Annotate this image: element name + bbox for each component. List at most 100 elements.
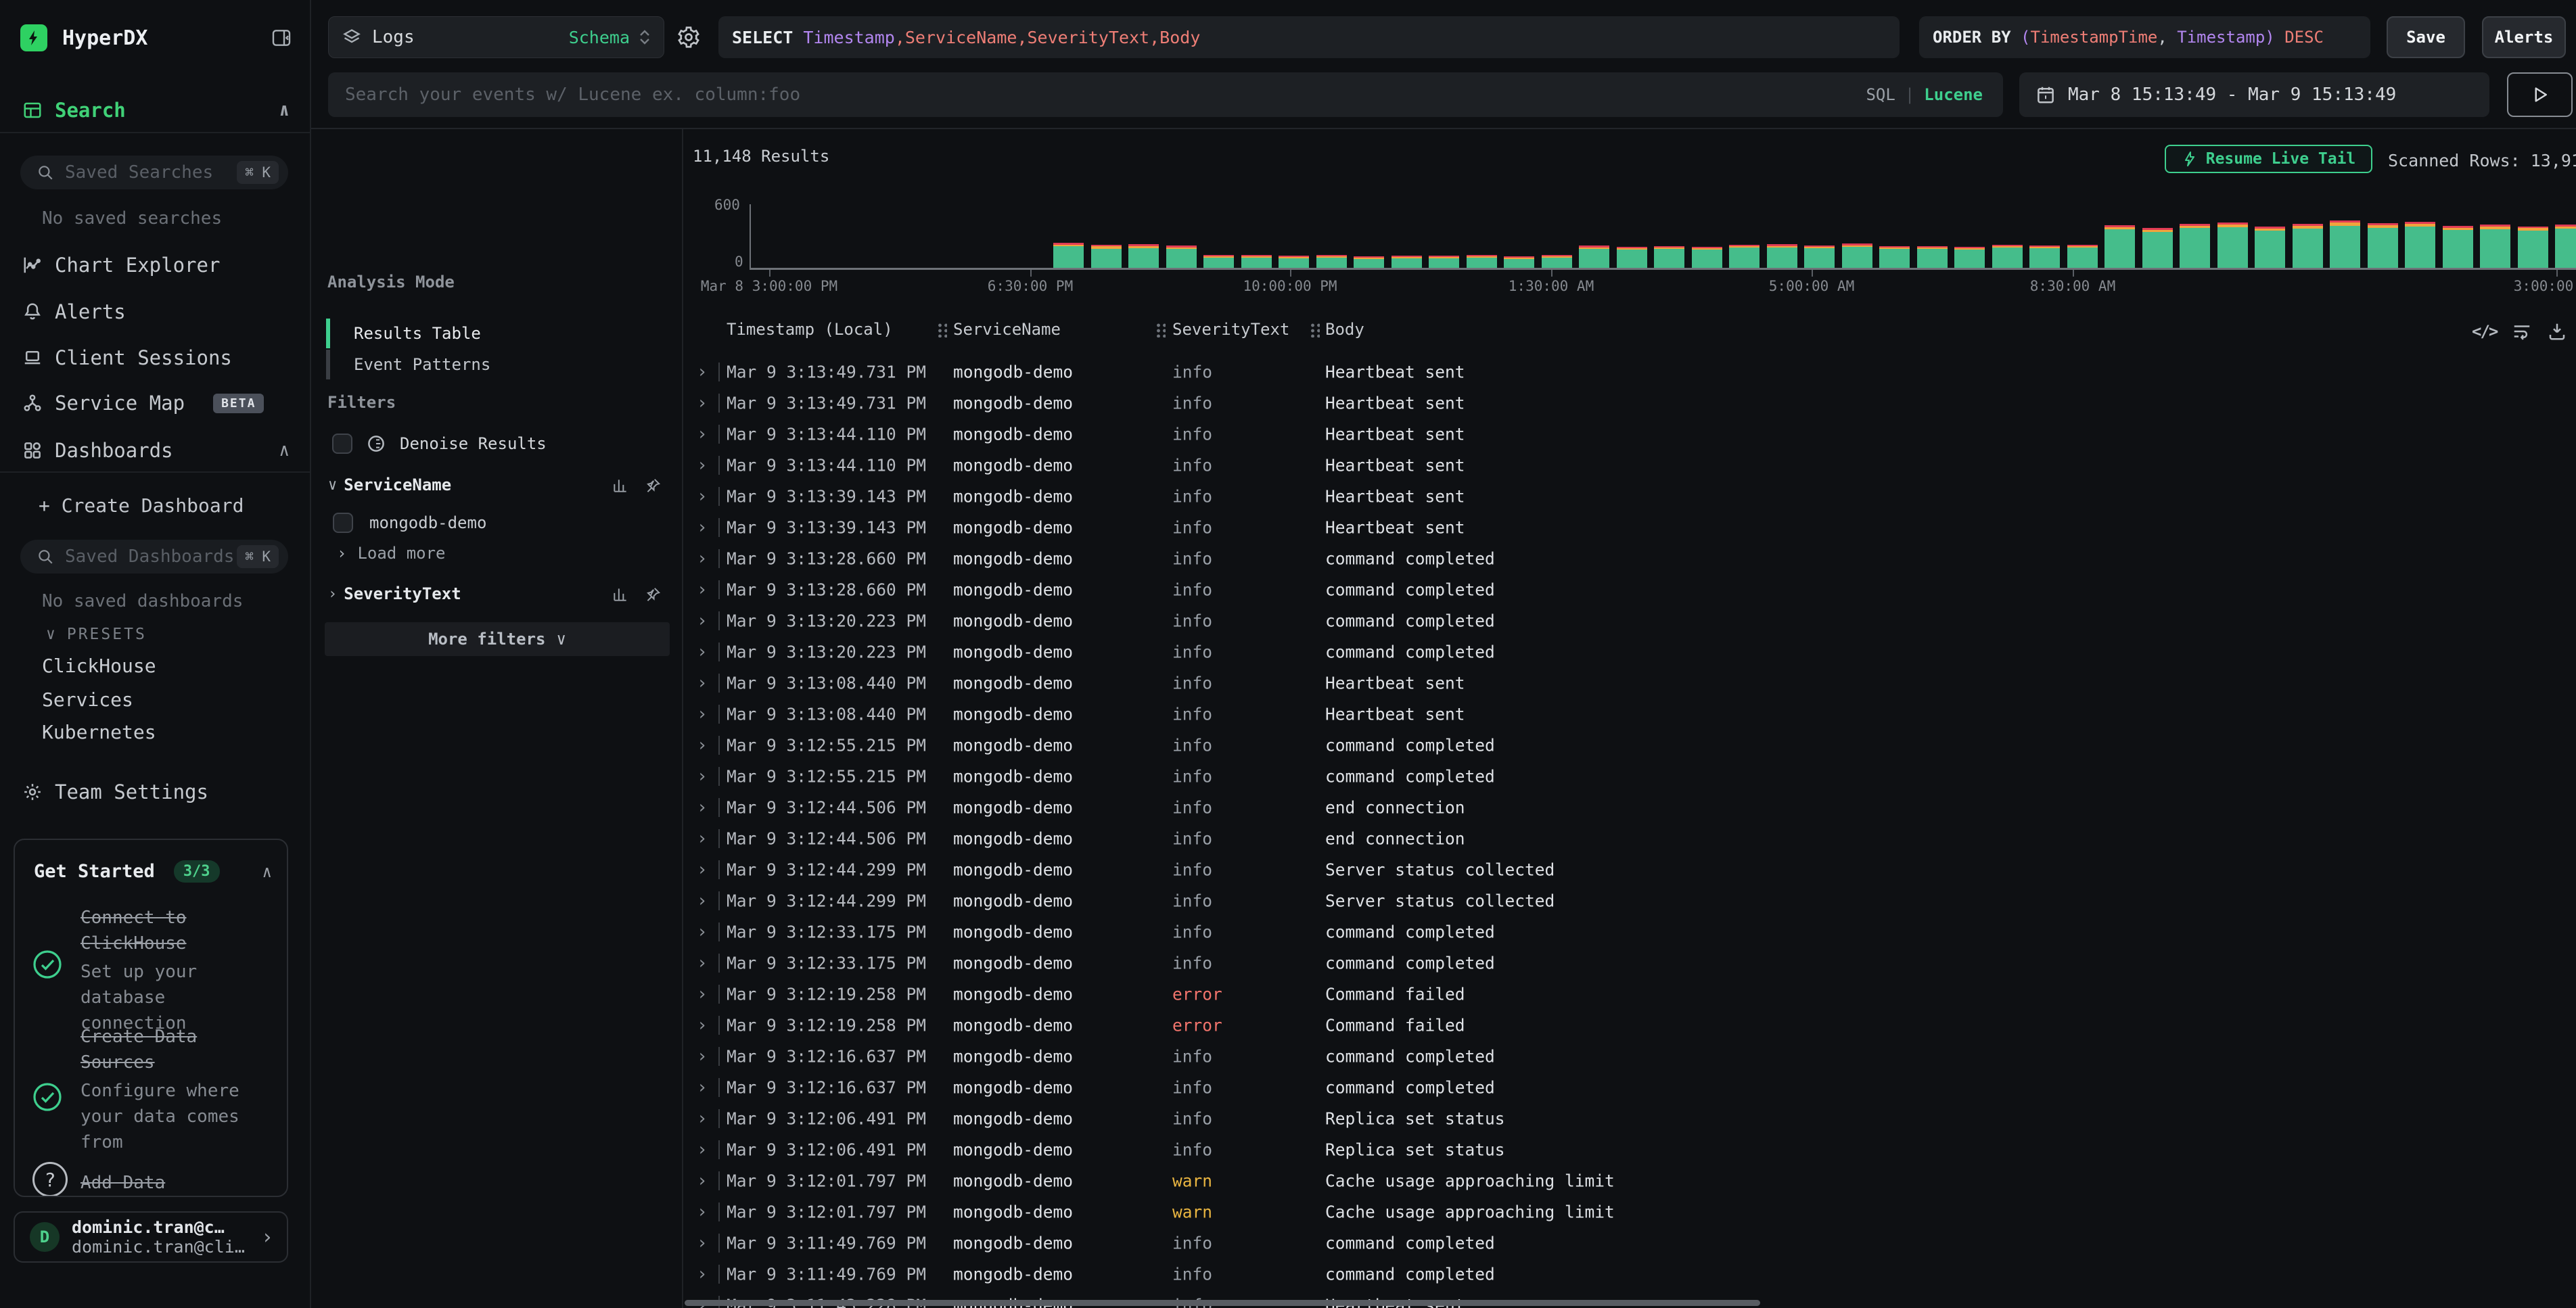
expand-row-icon[interactable]: › bbox=[697, 1077, 708, 1098]
col-timestamp[interactable]: Timestamp (Local) bbox=[727, 320, 893, 339]
sidebar-item-service-map[interactable]: Service Map BETA bbox=[0, 385, 310, 421]
table-row[interactable]: › Mar 9 3:13:49.731 PM mongodb-demo info… bbox=[683, 388, 2576, 419]
histogram-bar[interactable] bbox=[1917, 246, 1948, 268]
expand-row-icon[interactable]: › bbox=[697, 984, 708, 1004]
create-dashboard-button[interactable]: + Create Dashboard bbox=[39, 494, 244, 517]
col-servicename[interactable]: ServiceName bbox=[953, 320, 1061, 339]
table-row[interactable]: › Mar 9 3:11:49.769 PM mongodb-demo info… bbox=[683, 1228, 2576, 1259]
expand-row-icon[interactable]: › bbox=[697, 673, 708, 693]
service-checkbox[interactable] bbox=[333, 513, 353, 533]
expand-row-icon[interactable]: › bbox=[697, 362, 708, 382]
table-row[interactable]: › Mar 9 3:12:44.299 PM mongodb-demo info… bbox=[683, 885, 2576, 916]
expand-row-icon[interactable]: › bbox=[697, 1202, 708, 1222]
wrap-text-icon[interactable] bbox=[2512, 321, 2532, 342]
expand-row-icon[interactable]: › bbox=[697, 517, 708, 538]
histogram-bar[interactable] bbox=[2142, 228, 2173, 268]
histogram-bar[interactable] bbox=[1617, 247, 1647, 268]
horizontal-scrollbar[interactable] bbox=[685, 1300, 1760, 1306]
get-started-item[interactable]: Create Data Sources Configure where your… bbox=[80, 1024, 256, 1155]
pin-icon[interactable] bbox=[644, 477, 662, 494]
table-row[interactable]: › Mar 9 3:13:08.440 PM mongodb-demo info… bbox=[683, 668, 2576, 699]
histogram-bar[interactable] bbox=[1053, 243, 1084, 268]
histogram-bar[interactable] bbox=[1542, 255, 1572, 268]
histogram-bar[interactable] bbox=[1392, 256, 1422, 268]
histogram-bar[interactable] bbox=[2029, 246, 2060, 268]
expand-row-icon[interactable]: › bbox=[697, 642, 708, 662]
histogram-bar[interactable] bbox=[1579, 246, 1609, 268]
source-settings-gear-icon[interactable] bbox=[676, 25, 701, 49]
denoise-checkbox[interactable] bbox=[332, 434, 352, 454]
table-row[interactable]: › Mar 9 3:13:20.223 PM mongodb-demo info… bbox=[683, 605, 2576, 636]
histogram-bar[interactable] bbox=[1504, 256, 1534, 268]
histogram-bar[interactable] bbox=[2255, 227, 2285, 268]
sql-toggle[interactable]: SQL bbox=[1866, 85, 1895, 104]
preset-clickhouse[interactable]: ClickHouse bbox=[42, 655, 156, 677]
presets-toggle[interactable]: ∨ PRESETS bbox=[46, 626, 147, 643]
table-row[interactable]: › Mar 9 3:11:49.769 PM mongodb-demo info… bbox=[683, 1259, 2576, 1290]
histogram-bar[interactable] bbox=[1467, 255, 1497, 268]
histogram-bar[interactable] bbox=[2480, 225, 2510, 268]
histogram-bar[interactable] bbox=[2180, 224, 2210, 268]
table-row[interactable]: › Mar 9 3:13:44.110 PM mongodb-demo info… bbox=[683, 450, 2576, 481]
expand-row-icon[interactable]: › bbox=[697, 828, 708, 849]
download-icon[interactable] bbox=[2547, 321, 2567, 342]
drag-handle-icon[interactable] bbox=[1155, 323, 1166, 337]
expand-row-icon[interactable]: › bbox=[697, 704, 708, 724]
expand-row-icon[interactable]: › bbox=[697, 580, 708, 600]
histogram-bar[interactable] bbox=[2217, 223, 2248, 268]
drag-handle-icon[interactable] bbox=[937, 323, 947, 337]
histogram-bar[interactable] bbox=[2518, 227, 2548, 268]
table-row[interactable]: › Mar 9 3:12:33.175 PM mongodb-demo info… bbox=[683, 916, 2576, 948]
sidebar-item-chart-explorer[interactable]: Chart Explorer bbox=[0, 247, 310, 283]
saved-searches-input[interactable]: Saved Searches ⌘ K bbox=[20, 156, 288, 189]
table-row[interactable]: › Mar 9 3:13:28.660 PM mongodb-demo info… bbox=[683, 543, 2576, 574]
event-search-input[interactable]: Search your events w/ Lucene ex. column:… bbox=[328, 72, 2003, 117]
histogram-bar[interactable] bbox=[2104, 225, 2135, 268]
histogram-bar[interactable] bbox=[2293, 224, 2323, 268]
sidebar-item-search[interactable]: Search ∧ bbox=[0, 92, 310, 129]
histogram-bar[interactable] bbox=[1279, 256, 1309, 268]
servicename-filter-group[interactable]: ∨ ServiceName bbox=[328, 475, 451, 494]
expand-row-icon[interactable]: › bbox=[697, 486, 708, 507]
table-row[interactable]: › Mar 9 3:12:16.637 PM mongodb-demo info… bbox=[683, 1072, 2576, 1103]
chart-icon[interactable] bbox=[612, 586, 629, 603]
histogram-bar[interactable] bbox=[1692, 247, 1722, 268]
user-account-card[interactable]: D dominic.tran@c… dominic.tran@cli… › bbox=[14, 1211, 288, 1263]
histogram-bar[interactable] bbox=[1654, 246, 1684, 268]
get-started-item[interactable]: Add Data Start sending bbox=[80, 1170, 256, 1197]
histogram-bar[interactable] bbox=[1166, 246, 1197, 268]
table-row[interactable]: › Mar 9 3:12:55.215 PM mongodb-demo info… bbox=[683, 761, 2576, 792]
pin-icon[interactable] bbox=[644, 586, 662, 603]
table-row[interactable]: › Mar 9 3:12:16.637 PM mongodb-demo info… bbox=[683, 1041, 2576, 1072]
select-clause-input[interactable]: SELECT Timestamp,ServiceName,SeverityTex… bbox=[718, 16, 1900, 58]
denoise-filter-row[interactable]: Denoise Results bbox=[332, 434, 547, 454]
table-row[interactable]: › Mar 9 3:13:39.143 PM mongodb-demo info… bbox=[683, 512, 2576, 543]
mode-event-patterns[interactable]: Event Patterns bbox=[326, 350, 637, 379]
expand-row-icon[interactable]: › bbox=[697, 922, 708, 942]
service-value-row[interactable]: mongodb-demo bbox=[333, 513, 486, 533]
expand-row-icon[interactable]: › bbox=[697, 766, 708, 787]
table-row[interactable]: › Mar 9 3:12:19.258 PM mongodb-demo erro… bbox=[683, 979, 2576, 1010]
run-query-button[interactable] bbox=[2507, 72, 2573, 117]
table-row[interactable]: › Mar 9 3:12:33.175 PM mongodb-demo info… bbox=[683, 948, 2576, 979]
table-row[interactable]: › Mar 9 3:13:44.110 PM mongodb-demo info… bbox=[683, 419, 2576, 450]
table-row[interactable]: › Mar 9 3:13:49.731 PM mongodb-demo info… bbox=[683, 356, 2576, 388]
histogram-bar[interactable] bbox=[2368, 223, 2398, 268]
table-row[interactable]: › Mar 9 3:12:44.299 PM mongodb-demo info… bbox=[683, 854, 2576, 885]
histogram-bar[interactable] bbox=[1316, 255, 1347, 268]
sidebar-collapse-icon[interactable] bbox=[271, 27, 292, 49]
get-started-item[interactable]: Connect to ClickHouse Set up your databa… bbox=[80, 905, 256, 1036]
histogram-bar[interactable] bbox=[1091, 245, 1122, 268]
sidebar-item-team-settings[interactable]: Team Settings bbox=[0, 774, 310, 810]
expand-row-icon[interactable]: › bbox=[697, 735, 708, 755]
table-row[interactable]: › Mar 9 3:13:39.143 PM mongodb-demo info… bbox=[683, 481, 2576, 512]
expand-row-icon[interactable]: › bbox=[697, 1140, 708, 1160]
severitytext-filter-group[interactable]: › SeverityText bbox=[328, 584, 461, 603]
histogram-bar[interactable] bbox=[1954, 247, 1985, 268]
expand-row-icon[interactable]: › bbox=[697, 1046, 708, 1067]
more-filters-button[interactable]: More filters ∨ bbox=[325, 622, 670, 656]
histogram-bar[interactable] bbox=[2443, 226, 2473, 268]
expand-row-icon[interactable]: › bbox=[697, 393, 708, 413]
table-row[interactable]: › Mar 9 3:12:01.797 PM mongodb-demo warn… bbox=[683, 1165, 2576, 1196]
chevron-up-icon[interactable]: ∧ bbox=[279, 100, 290, 120]
